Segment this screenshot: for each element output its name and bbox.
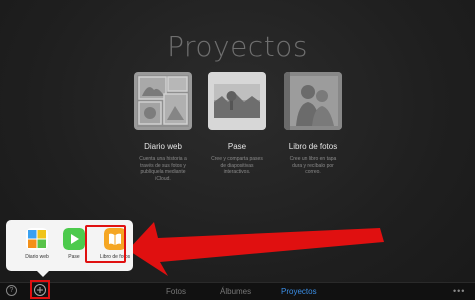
journal-icon bbox=[26, 228, 48, 250]
tab-photos[interactable]: Fotos bbox=[166, 287, 186, 296]
photo-book-highlight bbox=[85, 225, 126, 263]
add-button-highlight bbox=[30, 280, 50, 299]
play-icon bbox=[63, 228, 85, 250]
more-icon[interactable]: ••• bbox=[453, 286, 465, 296]
popup-item-journal[interactable]: Diario web bbox=[20, 228, 54, 260]
help-icon[interactable]: ? bbox=[6, 285, 17, 296]
bottom-toolbar: Fotos Álbumes Proyectos bbox=[0, 282, 475, 300]
tab-projects[interactable]: Proyectos bbox=[281, 287, 317, 296]
tab-albums[interactable]: Álbumes bbox=[220, 287, 251, 296]
projects-screen: Proyectos Diario web Cuenta una historia… bbox=[0, 0, 475, 300]
popup-item-label: Diario web bbox=[25, 254, 49, 260]
